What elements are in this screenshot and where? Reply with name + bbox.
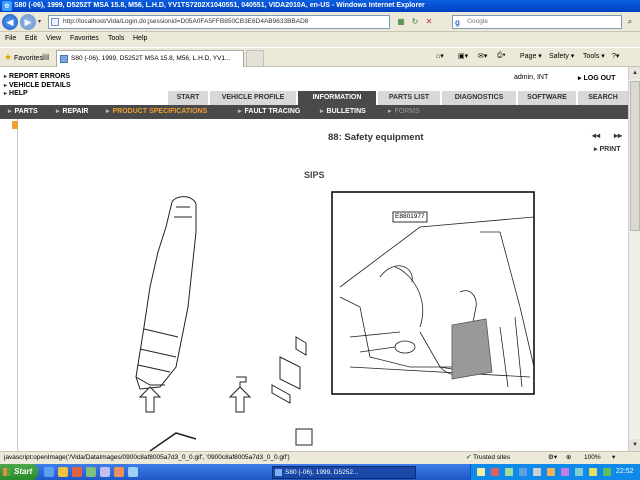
start-button[interactable]: Start xyxy=(0,464,38,480)
quicklaunch-desktop-icon[interactable] xyxy=(86,467,96,477)
menu-favorites[interactable]: Favorites xyxy=(70,35,99,42)
status-text: javascript:openImage('/Vida/DataImages/0… xyxy=(4,454,290,461)
taskbar: Start S80 (-06), 1999, D5252... 22:52 xyxy=(0,464,640,480)
help-menu[interactable]: ?▾ xyxy=(612,52,619,60)
taskbar-ie-icon xyxy=(275,469,282,476)
bottom-bracket-drawing xyxy=(149,432,197,451)
taskbar-window-label: S80 (-06), 1999, D5252... xyxy=(285,469,359,476)
tray-volume-icon[interactable] xyxy=(533,468,541,476)
security-zone[interactable]: ✔ Trusted sites xyxy=(466,452,510,464)
tray-status-icon[interactable] xyxy=(603,468,611,476)
browser-tab[interactable]: S80 (-06), 1999, D5252T MSA 15.8, M56, L… xyxy=(56,50,244,67)
page-content: ▸ REPORT ERRORS ▸ VEHICLE DETAILS ▸ HELP ad… xyxy=(0,67,628,451)
quick-tabs-icon[interactable]: ▤ xyxy=(42,52,50,61)
search-input[interactable]: g Google xyxy=(452,15,622,29)
tray-power-icon[interactable] xyxy=(589,468,597,476)
system-tray xyxy=(470,464,640,480)
scroll-down-icon[interactable]: ▼ xyxy=(629,439,640,451)
safety-menu[interactable]: Safety ▾ xyxy=(549,52,574,60)
search-placeholder: Google xyxy=(467,18,488,25)
status-bar: javascript:openImage('/Vida/DataImages/0… xyxy=(0,451,640,464)
taskbar-clock[interactable]: 22:52 xyxy=(616,464,634,480)
zoom-level[interactable]: 100% xyxy=(584,452,601,464)
new-tab-button[interactable] xyxy=(246,50,264,67)
tray-app-icon[interactable] xyxy=(505,468,513,476)
print-icon[interactable]: ⎙▾ xyxy=(497,52,506,60)
vertical-scrollbar[interactable]: ▲ ▼ xyxy=(628,67,640,451)
mail-icon[interactable]: ✉▾ xyxy=(478,52,487,60)
back-button[interactable]: ◀ xyxy=(2,14,18,30)
arrow-drawing xyxy=(138,376,252,413)
favorites-star-icon: ★ xyxy=(4,52,13,62)
address-row: ◀ ▶ ▾ http://localhost/Vida/Login.do;jse… xyxy=(0,12,640,32)
page-menu[interactable]: Page ▾ xyxy=(520,52,542,60)
sensor-drawing xyxy=(271,336,313,446)
search-icon[interactable]: ⌕ xyxy=(624,16,636,28)
tray-sync-icon[interactable] xyxy=(575,468,583,476)
seat-backrest-drawing xyxy=(135,196,197,390)
menu-help[interactable]: Help xyxy=(133,35,147,42)
taskbar-window-item[interactable]: S80 (-06), 1999, D5252... xyxy=(272,466,416,479)
address-input[interactable]: http://localhost/Vida/Login.do;jsessioni… xyxy=(48,15,390,29)
browser-tab-title: S80 (-06), 1999, D5252T MSA 15.8, M56, L… xyxy=(71,55,231,62)
tray-misc-icon[interactable] xyxy=(547,468,555,476)
quicklaunch-folder-icon[interactable] xyxy=(58,467,68,477)
home-icon[interactable]: ⌂▾ xyxy=(436,52,444,60)
favorites-label: Favorites xyxy=(14,55,43,62)
zoom-dropdown-icon[interactable]: ▾ xyxy=(612,452,615,464)
window-title: S80 (-06), 1999, D5252T MSA 15.8, M56, L… xyxy=(14,2,425,9)
quicklaunch-tool-icon[interactable] xyxy=(114,467,124,477)
scroll-thumb[interactable] xyxy=(630,81,640,231)
sips-illustration[interactable] xyxy=(0,67,628,451)
protected-mode-icon[interactable]: ⚙▾ xyxy=(548,452,557,464)
menu-view[interactable]: View xyxy=(46,35,61,42)
tray-update-icon[interactable] xyxy=(519,468,527,476)
forward-button[interactable]: ▶ xyxy=(20,14,36,30)
tray-network-icon[interactable] xyxy=(477,468,485,476)
scroll-up-icon[interactable]: ▲ xyxy=(629,67,640,79)
figure-code: E8801977 xyxy=(395,213,425,220)
menu-edit[interactable]: Edit xyxy=(25,35,37,42)
tray-device-icon[interactable] xyxy=(561,468,569,476)
menu-file[interactable]: File xyxy=(5,35,16,42)
window-title-bar: e S80 (-06), 1999, D5252T MSA 15.8, M56,… xyxy=(0,0,640,12)
tray-security-icon[interactable] xyxy=(491,468,499,476)
quicklaunch-app-icon[interactable] xyxy=(72,467,82,477)
history-dropdown-icon[interactable]: ▾ xyxy=(38,18,41,25)
start-label: Start xyxy=(14,467,33,476)
ie-icon: e xyxy=(2,1,12,11)
quicklaunch-ie-icon[interactable] xyxy=(44,467,54,477)
car-interior-figure[interactable] xyxy=(331,191,535,395)
google-icon: g xyxy=(455,18,460,27)
refresh-button[interactable]: ↻ xyxy=(409,16,421,28)
menu-bar: File Edit View Favorites Tools Help xyxy=(0,32,640,47)
zoom-icon[interactable]: ⊕ xyxy=(566,452,571,464)
stop-button[interactable]: ✕ xyxy=(423,16,435,28)
page-icon xyxy=(51,18,59,26)
quicklaunch-media-icon[interactable] xyxy=(100,467,110,477)
trusted-sites-icon: ✔ xyxy=(466,454,472,461)
feeds-icon[interactable]: ▣▾ xyxy=(458,52,468,60)
address-url: http://localhost/Vida/Login.do;jsessioni… xyxy=(63,18,309,25)
tools-menu[interactable]: Tools ▾ xyxy=(583,52,605,60)
quicklaunch-explorer-icon[interactable] xyxy=(128,467,138,477)
menu-tools[interactable]: Tools xyxy=(108,35,124,42)
tab-favicon-icon xyxy=(60,55,68,63)
favorites-bar: ★ Favorites ▤ S80 (-06), 1999, D5252T MS… xyxy=(0,47,640,67)
windows-logo-icon xyxy=(3,468,11,476)
favorites-button[interactable]: ★ Favorites xyxy=(4,52,43,63)
compatibility-icon[interactable]: ▦ xyxy=(395,16,407,28)
